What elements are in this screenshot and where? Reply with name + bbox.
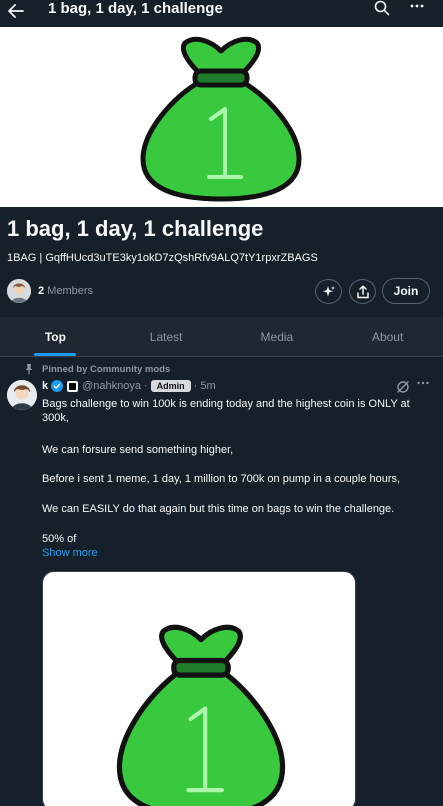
post-text-line: Before i sent 1 meme, 1 day, 1 million t… bbox=[42, 473, 401, 485]
community-title: 1 bag, 1 day, 1 challenge bbox=[7, 216, 264, 241]
pinned-indicator: Pinned by Community mods bbox=[25, 363, 171, 376]
verified-icon bbox=[51, 380, 64, 392]
post-text-line: Bags challenge to win 100k is ending tod… bbox=[42, 398, 410, 424]
member-avatar bbox=[7, 279, 31, 303]
tab-latest-label: Latest bbox=[149, 329, 183, 344]
share-icon[interactable] bbox=[349, 279, 376, 304]
tab-about[interactable]: About bbox=[332, 317, 443, 356]
tab-latest[interactable]: Latest bbox=[111, 317, 222, 356]
affiliate-badge-icon bbox=[67, 380, 79, 392]
sparkle-icon[interactable] bbox=[315, 279, 342, 304]
post-time[interactable]: 5m bbox=[200, 380, 215, 392]
tab-media-label: Media bbox=[260, 329, 294, 344]
join-button[interactable]: Join bbox=[382, 278, 430, 304]
show-more-link[interactable]: Show more bbox=[42, 547, 98, 559]
tab-top[interactable]: Top bbox=[0, 317, 111, 356]
members-label: Members bbox=[47, 285, 94, 297]
post-more-icon[interactable] bbox=[416, 378, 430, 392]
community-tabs: Top Latest Media About bbox=[0, 317, 443, 357]
header-title: 1 bag, 1 day, 1 challenge bbox=[48, 0, 223, 17]
members-summary[interactable]: 2 Members bbox=[7, 279, 93, 303]
money-bag-image bbox=[140, 36, 302, 202]
post-media-image[interactable] bbox=[42, 571, 356, 806]
admin-badge: Admin bbox=[150, 380, 191, 392]
community-description: 1BAG | GqffHUcd3uTE3ky1okD7zQshRfv9ALQ7t… bbox=[7, 252, 318, 264]
members-count: 2 Members bbox=[38, 285, 93, 297]
search-icon[interactable] bbox=[374, 0, 392, 18]
active-tab-indicator bbox=[34, 353, 77, 356]
separator-dot: · bbox=[144, 380, 148, 392]
post-text-line: 50% of bbox=[42, 533, 77, 545]
member-count-number: 2 bbox=[38, 285, 45, 297]
grok-icon[interactable] bbox=[396, 380, 410, 394]
separator-dot: · bbox=[193, 380, 198, 392]
pin-icon bbox=[25, 364, 33, 375]
avatar[interactable] bbox=[7, 380, 37, 410]
post-text-line: We can forsure send something higher, bbox=[42, 444, 234, 456]
community-banner bbox=[0, 27, 443, 207]
post-header: k @nahknoya · Admin · 5m bbox=[42, 379, 216, 393]
tab-top-label: Top bbox=[44, 329, 66, 344]
post-text-line: We can EASILY do that again but this tim… bbox=[42, 503, 395, 515]
author-name[interactable]: k bbox=[42, 380, 48, 392]
money-bag-image bbox=[116, 624, 286, 806]
more-horizontal-icon[interactable] bbox=[407, 0, 427, 18]
pinned-label: Pinned by Community mods bbox=[42, 364, 171, 375]
top-bar: 1 bag, 1 day, 1 challenge bbox=[0, 0, 443, 27]
tab-about-label: About bbox=[371, 329, 404, 344]
author-handle[interactable]: @nahknoya bbox=[82, 380, 141, 392]
tab-media[interactable]: Media bbox=[222, 317, 333, 356]
arrow-left-icon[interactable] bbox=[6, 0, 26, 22]
